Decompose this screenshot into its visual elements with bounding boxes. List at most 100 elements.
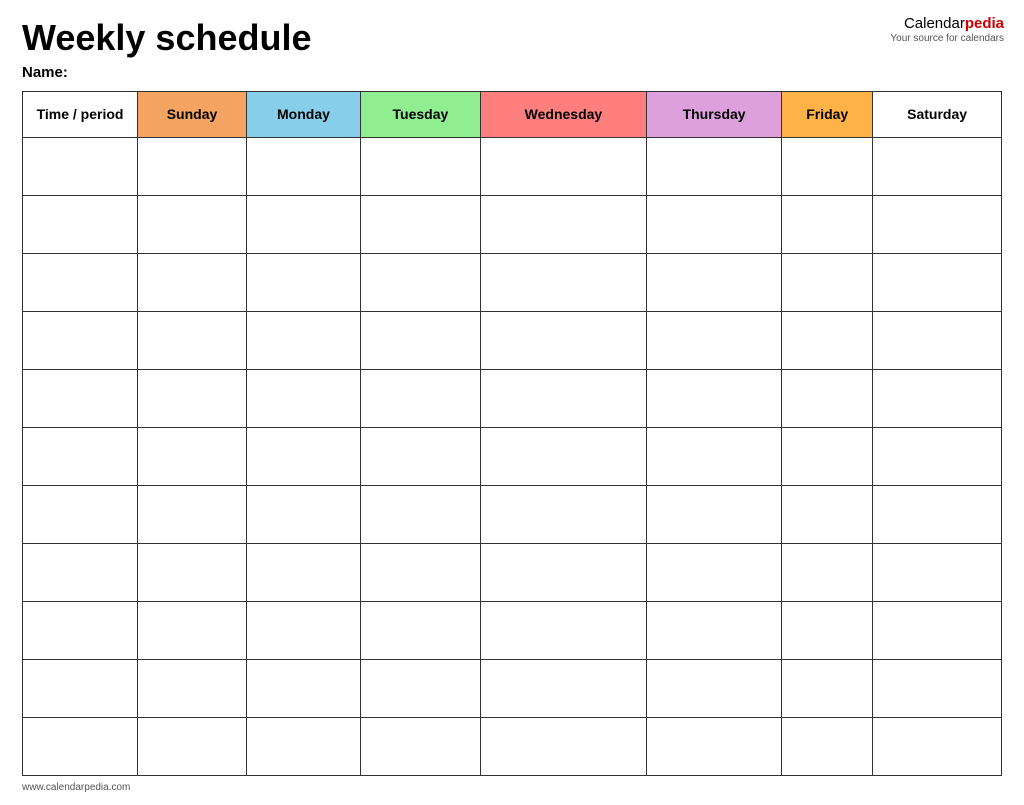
sunday-cell[interactable] (138, 253, 247, 311)
thursday-cell[interactable] (646, 601, 781, 659)
page-title: Weekly schedule (22, 18, 1002, 58)
time-cell[interactable] (23, 659, 138, 717)
sunday-cell[interactable] (138, 659, 247, 717)
thursday-cell[interactable] (646, 717, 781, 775)
thursday-cell[interactable] (646, 427, 781, 485)
thursday-cell[interactable] (646, 659, 781, 717)
time-cell[interactable] (23, 601, 138, 659)
saturday-cell[interactable] (873, 253, 1002, 311)
time-cell[interactable] (23, 717, 138, 775)
tuesday-cell[interactable] (360, 717, 480, 775)
wednesday-cell[interactable] (480, 195, 646, 253)
wednesday-cell[interactable] (480, 137, 646, 195)
sunday-cell[interactable] (138, 601, 247, 659)
thursday-cell[interactable] (646, 195, 781, 253)
friday-cell[interactable] (782, 311, 873, 369)
friday-cell[interactable] (782, 485, 873, 543)
friday-cell[interactable] (782, 137, 873, 195)
tuesday-cell[interactable] (360, 195, 480, 253)
tuesday-cell[interactable] (360, 427, 480, 485)
time-cell[interactable] (23, 369, 138, 427)
sunday-cell[interactable] (138, 137, 247, 195)
friday-cell[interactable] (782, 369, 873, 427)
time-cell[interactable] (23, 485, 138, 543)
col-header-sunday: Sunday (138, 91, 247, 137)
tuesday-cell[interactable] (360, 485, 480, 543)
saturday-cell[interactable] (873, 195, 1002, 253)
friday-cell[interactable] (782, 195, 873, 253)
monday-cell[interactable] (247, 659, 361, 717)
saturday-cell[interactable] (873, 485, 1002, 543)
thursday-cell[interactable] (646, 137, 781, 195)
saturday-cell[interactable] (873, 659, 1002, 717)
wednesday-cell[interactable] (480, 659, 646, 717)
wednesday-cell[interactable] (480, 717, 646, 775)
wednesday-cell[interactable] (480, 427, 646, 485)
sunday-cell[interactable] (138, 717, 247, 775)
wednesday-cell[interactable] (480, 543, 646, 601)
tuesday-cell[interactable] (360, 253, 480, 311)
saturday-cell[interactable] (873, 543, 1002, 601)
sunday-cell[interactable] (138, 195, 247, 253)
friday-cell[interactable] (782, 543, 873, 601)
monday-cell[interactable] (247, 427, 361, 485)
tuesday-cell[interactable] (360, 601, 480, 659)
saturday-cell[interactable] (873, 717, 1002, 775)
saturday-cell[interactable] (873, 601, 1002, 659)
thursday-cell[interactable] (646, 369, 781, 427)
time-cell[interactable] (23, 195, 138, 253)
wednesday-cell[interactable] (480, 485, 646, 543)
time-cell[interactable] (23, 311, 138, 369)
monday-cell[interactable] (247, 543, 361, 601)
time-cell[interactable] (23, 427, 138, 485)
wednesday-cell[interactable] (480, 253, 646, 311)
tuesday-cell[interactable] (360, 311, 480, 369)
table-row (23, 659, 1002, 717)
thursday-cell[interactable] (646, 485, 781, 543)
sunday-cell[interactable] (138, 427, 247, 485)
tuesday-cell[interactable] (360, 369, 480, 427)
time-cell[interactable] (23, 543, 138, 601)
tuesday-cell[interactable] (360, 543, 480, 601)
sunday-cell[interactable] (138, 543, 247, 601)
brand-calendar-text: Calendarpedia (904, 15, 1004, 32)
friday-cell[interactable] (782, 427, 873, 485)
saturday-cell[interactable] (873, 311, 1002, 369)
tuesday-cell[interactable] (360, 137, 480, 195)
saturday-cell[interactable] (873, 427, 1002, 485)
friday-cell[interactable] (782, 601, 873, 659)
wednesday-cell[interactable] (480, 369, 646, 427)
monday-cell[interactable] (247, 195, 361, 253)
sunday-cell[interactable] (138, 485, 247, 543)
thursday-cell[interactable] (646, 311, 781, 369)
monday-cell[interactable] (247, 717, 361, 775)
tuesday-cell[interactable] (360, 659, 480, 717)
thursday-cell[interactable] (646, 543, 781, 601)
friday-cell[interactable] (782, 253, 873, 311)
footer-url: www.calendarpedia.com (22, 782, 1002, 793)
table-header-row: Time / period Sunday Monday Tuesday Wedn… (23, 91, 1002, 137)
saturday-cell[interactable] (873, 369, 1002, 427)
sunday-cell[interactable] (138, 311, 247, 369)
monday-cell[interactable] (247, 369, 361, 427)
col-header-time: Time / period (23, 91, 138, 137)
time-cell[interactable] (23, 253, 138, 311)
wednesday-cell[interactable] (480, 601, 646, 659)
col-header-tuesday: Tuesday (360, 91, 480, 137)
col-header-thursday: Thursday (646, 91, 781, 137)
monday-cell[interactable] (247, 253, 361, 311)
friday-cell[interactable] (782, 659, 873, 717)
table-row (23, 369, 1002, 427)
friday-cell[interactable] (782, 717, 873, 775)
monday-cell[interactable] (247, 601, 361, 659)
monday-cell[interactable] (247, 137, 361, 195)
saturday-cell[interactable] (873, 137, 1002, 195)
thursday-cell[interactable] (646, 253, 781, 311)
col-header-monday: Monday (247, 91, 361, 137)
time-cell[interactable] (23, 137, 138, 195)
monday-cell[interactable] (247, 485, 361, 543)
sunday-cell[interactable] (138, 369, 247, 427)
wednesday-cell[interactable] (480, 311, 646, 369)
monday-cell[interactable] (247, 311, 361, 369)
brand-logo: Calendarpedia Your source for calendars (890, 14, 1004, 45)
